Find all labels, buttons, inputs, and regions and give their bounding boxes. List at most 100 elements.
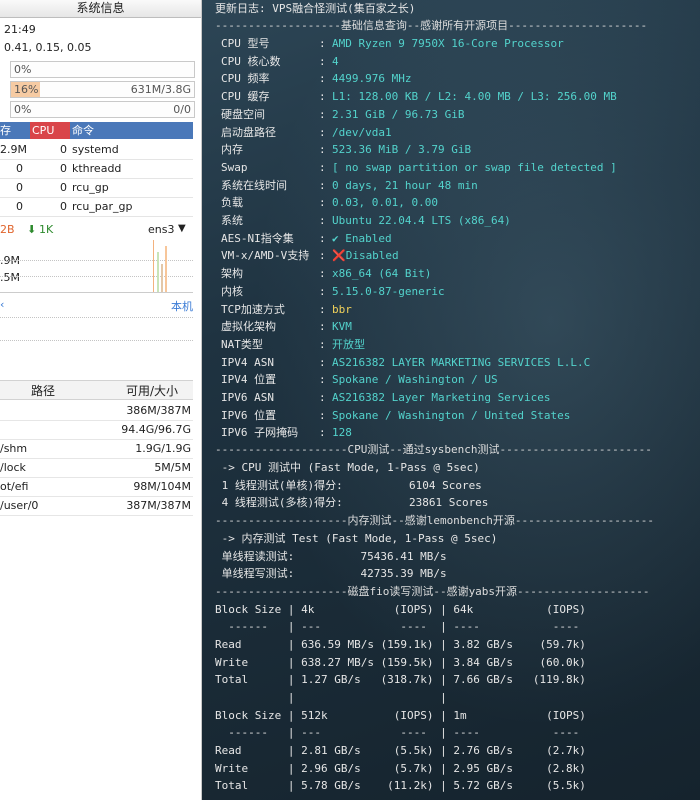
info-label: 架构 — [221, 267, 243, 280]
disk-test-line: Read | 2.81 GB/s (5.5k) | 2.76 GB/s (2.7… — [215, 744, 586, 757]
info-label: 虚拟化架构 — [221, 320, 276, 333]
mount-size: 5M/5M — [154, 461, 191, 474]
memory-test-line: -> 内存测试 Test (Fast Mode, 1-Pass @ 5sec) — [215, 532, 498, 545]
info-label: TCP加速方式 — [221, 303, 285, 316]
mount-path: /shm — [0, 442, 28, 455]
memory-usage-bar: 16% 631M/3.8G — [10, 81, 195, 98]
cpu-usage-label: 0% — [14, 63, 32, 76]
info-colon: : — [319, 179, 326, 192]
section-separator-basic: -------------------基础信息查询--感谢所有开源项目-----… — [215, 19, 648, 32]
info-colon: : — [319, 143, 326, 156]
mount-row[interactable]: /lock 5M/5M — [0, 459, 193, 478]
process-row[interactable]: 0 0 kthreadd — [0, 160, 193, 179]
process-command: rcu_par_gp — [72, 200, 133, 213]
mount-size: 94.4G/96.7G — [121, 423, 191, 436]
info-value: 128 — [332, 426, 352, 439]
mount-row[interactable]: /user/0 387M/387M — [0, 497, 193, 516]
process-row[interactable]: 0 0 rcu_par_gp — [0, 198, 193, 217]
info-label: IPV6 子网掩码 — [221, 426, 299, 439]
info-colon: : — [319, 37, 326, 50]
info-value: AMD Ryzen 9 7950X 16-Core Processor — [332, 37, 564, 50]
left-scroll-arrow-icon[interactable]: ‹ — [0, 298, 4, 311]
upload-rate: 2B — [0, 223, 15, 236]
network-traffic-chart: .9M .5M — [0, 240, 193, 293]
info-value: Spokane / Washington / United States — [332, 409, 571, 422]
info-label: 系统在线时间 — [221, 179, 287, 192]
info-label: 硬盘空间 — [221, 108, 265, 121]
section-separator-disk: --------------------磁盘fio读写测试--感谢yabs开源-… — [215, 585, 650, 598]
process-cpu: 0 — [60, 181, 67, 194]
process-cpu: 0 — [60, 200, 67, 213]
process-cpu: 0 — [60, 162, 67, 175]
info-value: 4 — [332, 55, 339, 68]
info-value: 523.36 MiB / 3.79 GiB — [332, 143, 472, 156]
cpu-test-line: 1 线程测试(单核)得分: 6104 Scores — [215, 479, 482, 492]
column-header-memory[interactable]: 存 — [0, 122, 28, 139]
traffic-spike — [153, 240, 154, 292]
mount-row[interactable]: 386M/387M — [0, 402, 193, 421]
cpu-test-line: 4 线程测试(多核)得分: 23861 Scores — [215, 496, 489, 509]
info-label: AES-NI指令集 — [221, 232, 294, 245]
disk-test-line: Block Size | 512k (IOPS) | 1m (IOPS) — [215, 709, 586, 722]
info-colon: : — [319, 161, 326, 174]
swap-usage-value: 0/0 — [173, 103, 191, 116]
mount-size: 386M/387M — [126, 404, 191, 417]
info-value: 5.15.0-87-generic — [332, 285, 445, 298]
memory-usage-value: 631M/3.8G — [130, 83, 191, 96]
process-row[interactable]: 2.9M 0 systemd — [0, 141, 193, 160]
traffic-spike — [161, 264, 163, 292]
info-value: Ubuntu 22.04.4 LTS (x86_64) — [332, 214, 511, 227]
info-colon: : — [319, 249, 326, 262]
traffic-spike — [157, 252, 159, 292]
column-header-path[interactable]: 路径 — [31, 382, 55, 399]
column-header-command[interactable]: 命令 — [72, 122, 94, 139]
info-label: 负载 — [221, 196, 243, 209]
process-cpu: 0 — [60, 143, 67, 156]
disk-test-line: Total | 5.78 GB/s (11.2k) | 5.72 GB/s (5… — [215, 779, 586, 792]
info-value: AS216382 LAYER MARKETING SERVICES L.L.C — [332, 356, 591, 369]
local-machine-link[interactable]: 本机 — [171, 298, 193, 314]
chart-gridline — [0, 317, 193, 318]
info-value: ❌Disabled — [332, 249, 399, 262]
process-command: systemd — [72, 143, 119, 156]
mount-size: 1.9G/1.9G — [135, 442, 191, 455]
system-info-panel: 系统信息 21:49 0.41, 0.15, 0.05 0% 16% 631M/… — [0, 0, 202, 800]
cpu-usage-bar: 0% — [10, 61, 195, 78]
column-header-size[interactable]: 可用/大小 — [126, 382, 178, 399]
chart-scale-label: .5M — [0, 271, 20, 284]
info-value: L1: 128.00 KB / L2: 4.00 MB / L3: 256.00… — [332, 90, 617, 103]
disk-test-line: Write | 638.27 MB/s (159.5k) | 3.84 GB/s… — [215, 656, 586, 669]
info-label: IPV6 ASN — [221, 391, 274, 404]
info-label: NAT类型 — [221, 338, 263, 351]
info-value: x86_64 (64 Bit) — [332, 267, 432, 280]
process-row[interactable]: 0 0 rcu_gp — [0, 179, 193, 198]
info-colon: : — [319, 356, 326, 369]
memory-test-line: 单线程读测试: 75436.41 MB/s — [215, 550, 447, 563]
process-command: rcu_gp — [72, 181, 109, 194]
info-label: 内存 — [221, 143, 243, 156]
column-header-cpu[interactable]: CPU — [30, 122, 70, 139]
load-average: 0.41, 0.15, 0.05 — [4, 41, 92, 54]
process-memory: 0 — [16, 200, 23, 213]
mount-row[interactable]: /shm 1.9G/1.9G — [0, 440, 193, 459]
info-colon: : — [319, 232, 326, 245]
swap-usage-bar: 0% 0/0 — [10, 101, 195, 118]
terminal-output[interactable]: 更新日志: VPS融合怪测试(集百家之长) ------------------… — [202, 0, 700, 800]
swap-usage-label: 0% — [14, 103, 32, 116]
mount-path: /user/0 — [0, 499, 39, 512]
disk-test-line: Total | 1.27 GB/s (318.7k) | 7.66 GB/s (… — [215, 673, 586, 686]
mount-row[interactable]: ot/efi 98M/104M — [0, 478, 193, 497]
info-value: [ no swap partition or swap file detecte… — [332, 161, 617, 174]
mount-row[interactable]: 94.4G/96.7G — [0, 421, 193, 440]
info-label: 内核 — [221, 285, 243, 298]
info-value: bbr — [332, 303, 352, 316]
info-colon: : — [319, 196, 326, 209]
network-interface-select[interactable]: ens3 — [148, 223, 174, 236]
info-value: ✔ Enabled — [332, 232, 392, 245]
info-colon: : — [319, 72, 326, 85]
info-value: 开放型 — [332, 338, 365, 351]
chart-gridline — [0, 340, 193, 341]
process-table-header: 存 CPU 命令 — [0, 122, 193, 139]
info-label: 启动盘路径 — [221, 126, 276, 139]
chevron-down-icon[interactable]: ▼ — [178, 223, 186, 234]
